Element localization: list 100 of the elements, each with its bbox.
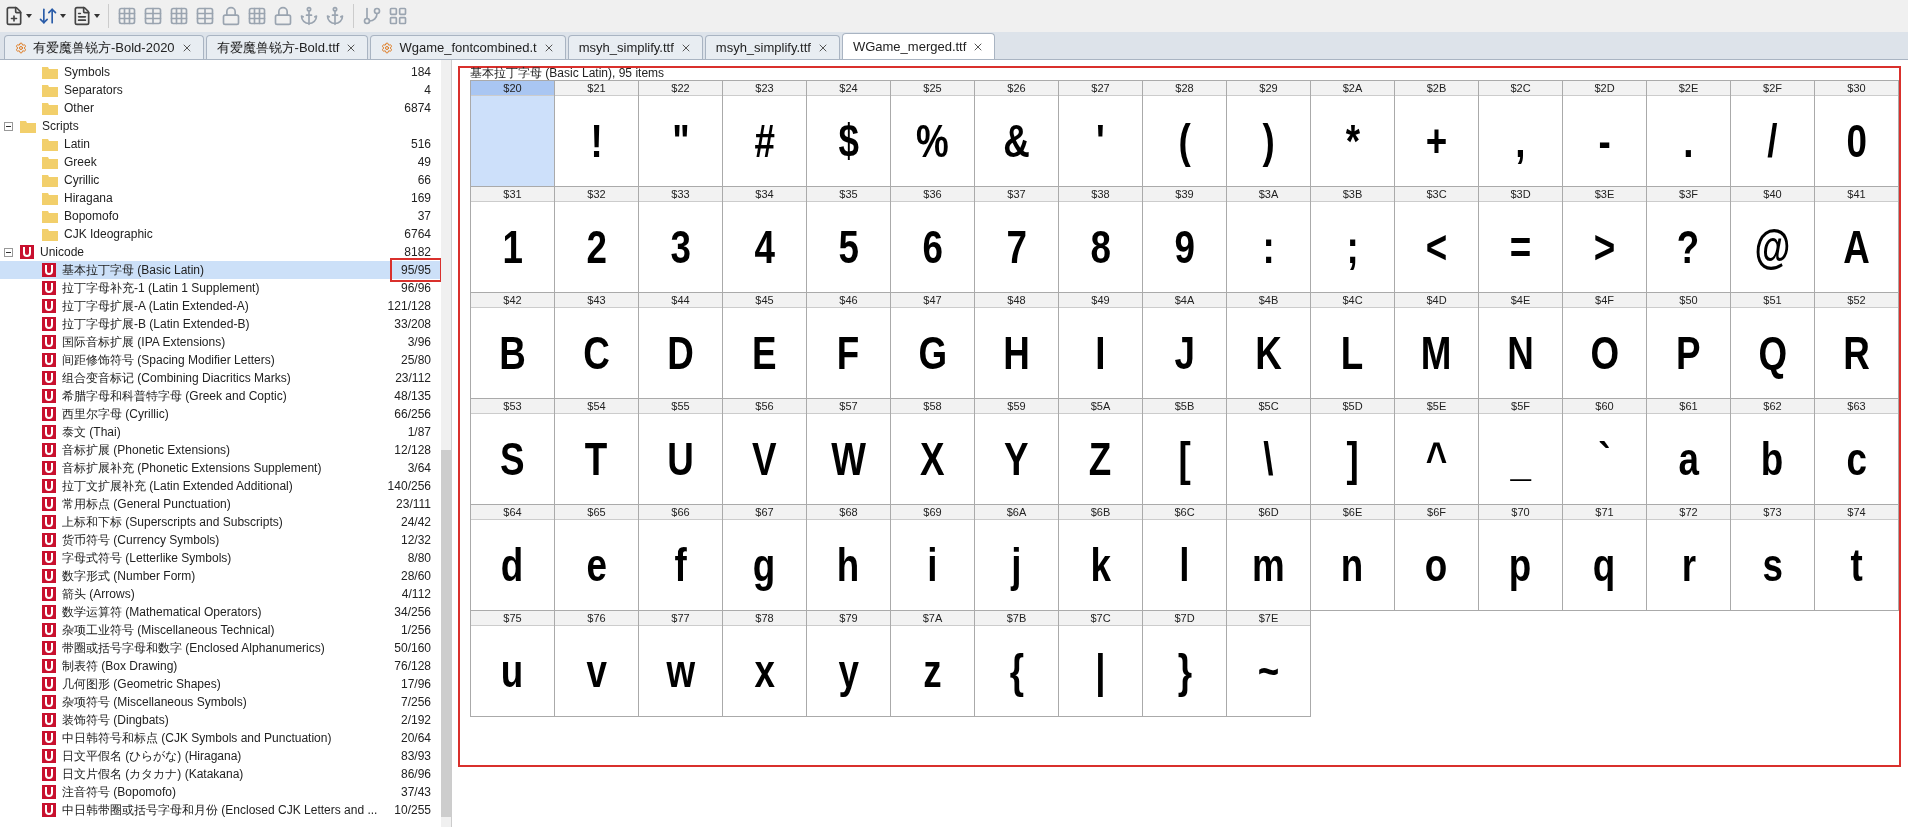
tree-row[interactable]: 组合变音标记 (Combining Diacritics Marks) 23/112	[0, 369, 441, 387]
glyph-cell[interactable]: $59 Y	[975, 399, 1059, 505]
tree-row[interactable]: Hiragana 169	[0, 189, 441, 207]
glyph-cell[interactable]: $7C |	[1059, 611, 1143, 717]
glyph-cell[interactable]: $7E ~	[1227, 611, 1311, 717]
glyph-cell[interactable]: $46 F	[807, 293, 891, 399]
caret-icon[interactable]	[60, 14, 66, 18]
glyph-cell[interactable]: $3E >	[1563, 187, 1647, 293]
glyph-cell[interactable]: $76 v	[555, 611, 639, 717]
glyph-cell[interactable]: $35 5	[807, 187, 891, 293]
file-tab[interactable]: 有爱魔兽锐方-Bold.ttf	[205, 35, 369, 59]
glyph-cell[interactable]: $22 "	[639, 81, 723, 187]
tree-row[interactable]: 几何图形 (Geometric Shapes) 17/96	[0, 675, 441, 693]
tree-row[interactable]: Greek 49	[0, 153, 441, 171]
tree-row[interactable]: 国际音标扩展 (IPA Extensions) 3/96	[0, 333, 441, 351]
file-tab[interactable]: msyh_simplify.ttf	[704, 35, 840, 59]
tree-row[interactable]: 日文平假名 (ひらがな) (Hiragana) 83/93	[0, 747, 441, 765]
glyph-cell[interactable]: $3D =	[1479, 187, 1563, 293]
glyph-cell[interactable]: $41 A	[1815, 187, 1899, 293]
glyph-cell[interactable]: $70 p	[1479, 505, 1563, 611]
tree-row[interactable]: 数学运算符 (Mathematical Operators) 34/256	[0, 603, 441, 621]
glyph-cell[interactable]: $56 V	[723, 399, 807, 505]
glyph-cell[interactable]: $58 X	[891, 399, 975, 505]
tree-row[interactable]: Latin 516	[0, 135, 441, 153]
tree-row[interactable]: 拉丁字母补充-1 (Latin 1 Supplement) 96/96	[0, 279, 441, 297]
tree-row[interactable]: 箭头 (Arrows) 4/112	[0, 585, 441, 603]
glyph-cell[interactable]: $78 x	[723, 611, 807, 717]
glyph-cell[interactable]: $2D -	[1563, 81, 1647, 187]
glyph-cell[interactable]: $68 h	[807, 505, 891, 611]
glyph-cell[interactable]: $49 I	[1059, 293, 1143, 399]
glyph-cell[interactable]: $29 )	[1227, 81, 1311, 187]
tree-row[interactable]: 货币符号 (Currency Symbols) 12/32	[0, 531, 441, 549]
glyph-cell[interactable]: $6C l	[1143, 505, 1227, 611]
tree-row[interactable]: 西里尔字母 (Cyrillic) 66/256	[0, 405, 441, 423]
tree-row[interactable]: Other 6874	[0, 99, 441, 117]
glyph-cell[interactable]: $43 C	[555, 293, 639, 399]
tree-row[interactable]: 基本拉丁字母 (Basic Latin) 95/95	[0, 261, 441, 279]
glyph-cell[interactable]: $6F o	[1395, 505, 1479, 611]
tree-row[interactable]: Cyrillic 66	[0, 171, 441, 189]
glyph-cell[interactable]: $57 W	[807, 399, 891, 505]
glyph-cell[interactable]: $65 e	[555, 505, 639, 611]
tree-row[interactable]: 日文片假名 (カタカナ) (Katakana) 86/96	[0, 765, 441, 783]
glyph-cell[interactable]: $62 b	[1731, 399, 1815, 505]
glyph-cell[interactable]: $24 $	[807, 81, 891, 187]
glyph-cell[interactable]: $39 9	[1143, 187, 1227, 293]
tree-row[interactable]: Scripts	[0, 117, 441, 135]
tree-row[interactable]: 上标和下标 (Superscripts and Subscripts) 24/42	[0, 513, 441, 531]
tree-row[interactable]: 数字形式 (Number Form) 28/60	[0, 567, 441, 585]
glyph-cell[interactable]: $7A z	[891, 611, 975, 717]
glyph-cell[interactable]: $3C <	[1395, 187, 1479, 293]
glyph-cell[interactable]: $3A :	[1227, 187, 1311, 293]
glyph-cell[interactable]: $66 f	[639, 505, 723, 611]
caret-icon[interactable]	[26, 14, 32, 18]
glyph-cell[interactable]: $51 Q	[1731, 293, 1815, 399]
glyph-cell[interactable]: $40 @	[1731, 187, 1815, 293]
tree-row[interactable]: 装饰符号 (Dingbats) 2/192	[0, 711, 441, 729]
tree-row[interactable]: Separators 4	[0, 81, 441, 99]
tree-row[interactable]: 杂项工业符号 (Miscellaneous Technical) 1/256	[0, 621, 441, 639]
glyph-cell[interactable]: $73 s	[1731, 505, 1815, 611]
tree-row[interactable]: 中日韩带圈或括号字母和月份 (Enclosed CJK Letters and ... 10/255	[0, 801, 441, 819]
tree-row[interactable]: Bopomofo 37	[0, 207, 441, 225]
glyph-cell[interactable]: $36 6	[891, 187, 975, 293]
file-tab[interactable]: msyh_simplify.ttf	[567, 35, 703, 59]
glyph-cell[interactable]: $2F /	[1731, 81, 1815, 187]
tree-row[interactable]: 带圈或括号字母和数字 (Enclosed Alphanumerics) 50/160	[0, 639, 441, 657]
tree-row[interactable]: 杂项符号 (Miscellaneous Symbols) 7/256	[0, 693, 441, 711]
glyph-cell[interactable]: $7D }	[1143, 611, 1227, 717]
glyph-cell[interactable]: $5F _	[1479, 399, 1563, 505]
glyph-cell[interactable]: $4C L	[1311, 293, 1395, 399]
glyph-cell[interactable]: $34 4	[723, 187, 807, 293]
glyph-cell[interactable]: $20	[471, 81, 555, 187]
tree-row[interactable]: 拉丁字母扩展-A (Latin Extended-A) 121/128	[0, 297, 441, 315]
glyph-cell[interactable]: $6E n	[1311, 505, 1395, 611]
scrollbar-thumb[interactable]	[441, 450, 451, 817]
glyph-cell[interactable]: $42 B	[471, 293, 555, 399]
glyph-cell[interactable]: $5A Z	[1059, 399, 1143, 505]
tree-row[interactable]: 中日韩符号和标点 (CJK Symbols and Punctuation) 20/64	[0, 729, 441, 747]
glyph-cell[interactable]: $3F ?	[1647, 187, 1731, 293]
glyph-cell[interactable]: $2E .	[1647, 81, 1731, 187]
glyph-cell[interactable]: $26 &	[975, 81, 1059, 187]
new-file-icon[interactable]	[4, 6, 24, 26]
tree-row[interactable]: 音标扩展补充 (Phonetic Extensions Supplement) 3/64	[0, 459, 441, 477]
glyph-cell[interactable]: $50 P	[1647, 293, 1731, 399]
glyph-cell[interactable]: $44 D	[639, 293, 723, 399]
glyph-cell[interactable]: $7B {	[975, 611, 1059, 717]
glyph-cell[interactable]: $63 c	[1815, 399, 1899, 505]
file-tab[interactable]: 有爱魔兽锐方-Bold-2020	[4, 35, 204, 59]
glyph-cell[interactable]: $72 r	[1647, 505, 1731, 611]
glyph-cell[interactable]: $52 R	[1815, 293, 1899, 399]
glyph-cell[interactable]: $28 (	[1143, 81, 1227, 187]
glyph-cell[interactable]: $4F O	[1563, 293, 1647, 399]
caret-icon[interactable]	[94, 14, 100, 18]
glyph-cell[interactable]: $79 y	[807, 611, 891, 717]
glyph-cell[interactable]: $27 '	[1059, 81, 1143, 187]
glyph-cell[interactable]: $4E N	[1479, 293, 1563, 399]
glyph-cell[interactable]: $31 1	[471, 187, 555, 293]
glyph-cell[interactable]: $4A J	[1143, 293, 1227, 399]
tree-row[interactable]: 制表符 (Box Drawing) 76/128	[0, 657, 441, 675]
glyph-cell[interactable]: $54 T	[555, 399, 639, 505]
glyph-cell[interactable]: $25 %	[891, 81, 975, 187]
